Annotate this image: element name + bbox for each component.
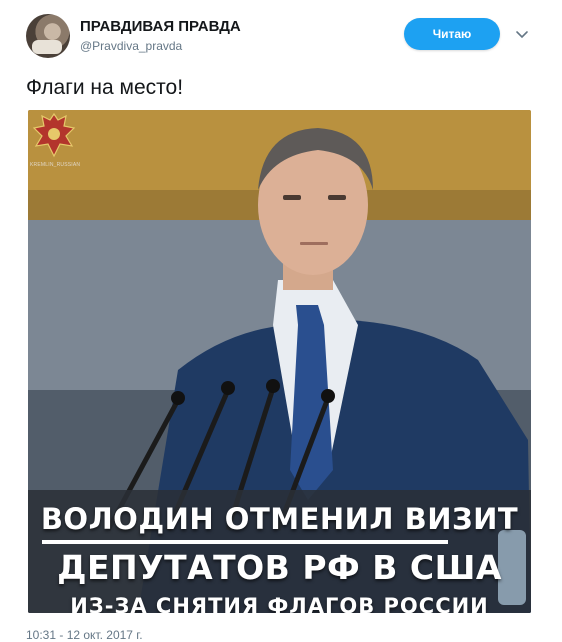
caption-line-3: ИЗ-ЗА СНЯТИЯ ФЛАГОВ РОССИИ bbox=[70, 594, 489, 613]
caption-divider bbox=[42, 540, 448, 544]
tweet-image[interactable]: KREMLIN_RUSSIAN ВОЛОДИН ОТМЕНИЛ ВИЗИТ ДЕ… bbox=[28, 110, 531, 613]
coat-of-arms-icon bbox=[32, 112, 76, 158]
tweet-text: Флаги на место! bbox=[26, 76, 184, 99]
caption-line-1: ВОЛОДИН ОТМЕНИЛ ВИЗИТ bbox=[40, 502, 519, 536]
photo-illustration bbox=[28, 110, 531, 613]
avatar[interactable] bbox=[26, 14, 70, 58]
author-name[interactable]: ПРАВДИВАЯ ПРАВДА bbox=[80, 18, 241, 35]
chevron-down-icon[interactable] bbox=[514, 26, 530, 42]
watermark-label: KREMLIN_RUSSIAN bbox=[30, 162, 81, 168]
caption-line-2: ДЕПУТАТОВ РФ В США bbox=[57, 548, 502, 587]
tweet-header: ПРАВДИВАЯ ПРАВДА @Pravdiva_pravda Читаю bbox=[26, 14, 536, 62]
follow-button[interactable]: Читаю bbox=[404, 18, 500, 50]
author-handle[interactable]: @Pravdiva_pravda bbox=[80, 39, 182, 53]
